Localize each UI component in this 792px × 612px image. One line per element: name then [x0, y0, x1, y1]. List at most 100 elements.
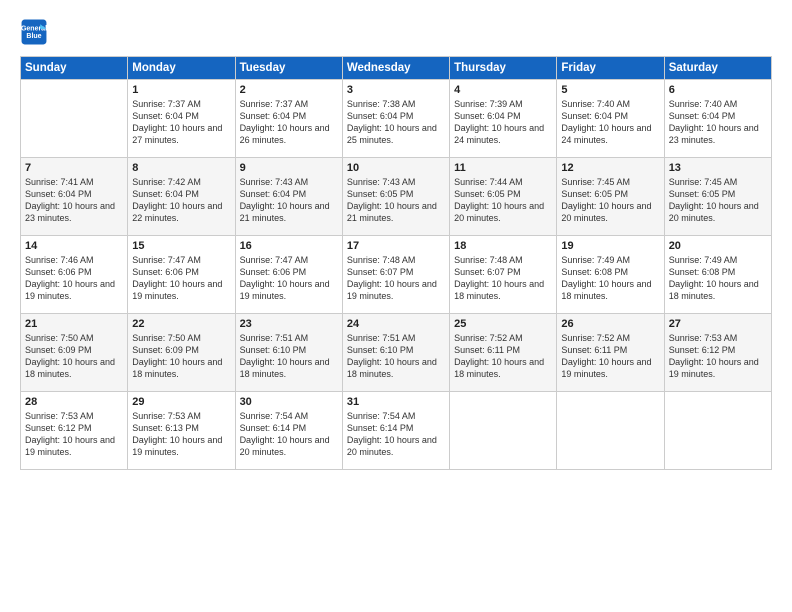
calendar-cell: 10 Sunrise: 7:43 AMSunset: 6:05 PMDaylig…: [342, 158, 449, 236]
day-detail: Sunrise: 7:53 AMSunset: 6:13 PMDaylight:…: [132, 410, 230, 459]
day-number: 23: [240, 318, 338, 330]
weekday-header-row: SundayMondayTuesdayWednesdayThursdayFrid…: [21, 57, 772, 80]
day-detail: Sunrise: 7:51 AMSunset: 6:10 PMDaylight:…: [240, 332, 338, 381]
calendar-cell: [664, 392, 771, 470]
calendar-cell: 31 Sunrise: 7:54 AMSunset: 6:14 PMDaylig…: [342, 392, 449, 470]
day-number: 14: [25, 240, 123, 252]
day-number: 9: [240, 162, 338, 174]
calendar-cell: 13 Sunrise: 7:45 AMSunset: 6:05 PMDaylig…: [664, 158, 771, 236]
day-number: 28: [25, 396, 123, 408]
day-number: 19: [561, 240, 659, 252]
calendar-cell: [557, 392, 664, 470]
day-number: 21: [25, 318, 123, 330]
day-number: 1: [132, 84, 230, 96]
day-detail: Sunrise: 7:42 AMSunset: 6:04 PMDaylight:…: [132, 176, 230, 225]
logo-icon: General Blue: [20, 18, 48, 46]
day-detail: Sunrise: 7:47 AMSunset: 6:06 PMDaylight:…: [240, 254, 338, 303]
calendar-cell: 25 Sunrise: 7:52 AMSunset: 6:11 PMDaylig…: [450, 314, 557, 392]
calendar-cell: 8 Sunrise: 7:42 AMSunset: 6:04 PMDayligh…: [128, 158, 235, 236]
day-number: 22: [132, 318, 230, 330]
calendar-cell: 4 Sunrise: 7:39 AMSunset: 6:04 PMDayligh…: [450, 80, 557, 158]
day-detail: Sunrise: 7:49 AMSunset: 6:08 PMDaylight:…: [561, 254, 659, 303]
day-number: 17: [347, 240, 445, 252]
day-detail: Sunrise: 7:37 AMSunset: 6:04 PMDaylight:…: [240, 98, 338, 147]
day-number: 11: [454, 162, 552, 174]
day-detail: Sunrise: 7:40 AMSunset: 6:04 PMDaylight:…: [669, 98, 767, 147]
calendar-cell: 21 Sunrise: 7:50 AMSunset: 6:09 PMDaylig…: [21, 314, 128, 392]
day-number: 15: [132, 240, 230, 252]
day-number: 27: [669, 318, 767, 330]
day-detail: Sunrise: 7:43 AMSunset: 6:04 PMDaylight:…: [240, 176, 338, 225]
calendar-cell: [450, 392, 557, 470]
calendar-cell: 2 Sunrise: 7:37 AMSunset: 6:04 PMDayligh…: [235, 80, 342, 158]
calendar-week-1: 1 Sunrise: 7:37 AMSunset: 6:04 PMDayligh…: [21, 80, 772, 158]
day-detail: Sunrise: 7:53 AMSunset: 6:12 PMDaylight:…: [25, 410, 123, 459]
calendar-cell: 12 Sunrise: 7:45 AMSunset: 6:05 PMDaylig…: [557, 158, 664, 236]
calendar-cell: 19 Sunrise: 7:49 AMSunset: 6:08 PMDaylig…: [557, 236, 664, 314]
day-detail: Sunrise: 7:38 AMSunset: 6:04 PMDaylight:…: [347, 98, 445, 147]
day-number: 29: [132, 396, 230, 408]
day-number: 20: [669, 240, 767, 252]
weekday-header-wednesday: Wednesday: [342, 57, 449, 80]
day-number: 18: [454, 240, 552, 252]
day-number: 25: [454, 318, 552, 330]
weekday-header-thursday: Thursday: [450, 57, 557, 80]
calendar-cell: 24 Sunrise: 7:51 AMSunset: 6:10 PMDaylig…: [342, 314, 449, 392]
calendar-cell: 28 Sunrise: 7:53 AMSunset: 6:12 PMDaylig…: [21, 392, 128, 470]
day-number: 2: [240, 84, 338, 96]
day-detail: Sunrise: 7:37 AMSunset: 6:04 PMDaylight:…: [132, 98, 230, 147]
day-detail: Sunrise: 7:45 AMSunset: 6:05 PMDaylight:…: [669, 176, 767, 225]
day-number: 12: [561, 162, 659, 174]
calendar-cell: 26 Sunrise: 7:52 AMSunset: 6:11 PMDaylig…: [557, 314, 664, 392]
day-detail: Sunrise: 7:49 AMSunset: 6:08 PMDaylight:…: [669, 254, 767, 303]
day-detail: Sunrise: 7:47 AMSunset: 6:06 PMDaylight:…: [132, 254, 230, 303]
calendar-cell: 27 Sunrise: 7:53 AMSunset: 6:12 PMDaylig…: [664, 314, 771, 392]
day-number: 6: [669, 84, 767, 96]
day-detail: Sunrise: 7:43 AMSunset: 6:05 PMDaylight:…: [347, 176, 445, 225]
day-detail: Sunrise: 7:48 AMSunset: 6:07 PMDaylight:…: [454, 254, 552, 303]
day-number: 24: [347, 318, 445, 330]
day-number: 13: [669, 162, 767, 174]
weekday-header-sunday: Sunday: [21, 57, 128, 80]
day-detail: Sunrise: 7:52 AMSunset: 6:11 PMDaylight:…: [454, 332, 552, 381]
calendar-cell: 29 Sunrise: 7:53 AMSunset: 6:13 PMDaylig…: [128, 392, 235, 470]
day-detail: Sunrise: 7:50 AMSunset: 6:09 PMDaylight:…: [25, 332, 123, 381]
day-detail: Sunrise: 7:40 AMSunset: 6:04 PMDaylight:…: [561, 98, 659, 147]
logo: General Blue: [20, 18, 52, 46]
calendar-cell: 20 Sunrise: 7:49 AMSunset: 6:08 PMDaylig…: [664, 236, 771, 314]
day-detail: Sunrise: 7:53 AMSunset: 6:12 PMDaylight:…: [669, 332, 767, 381]
calendar-cell: 22 Sunrise: 7:50 AMSunset: 6:09 PMDaylig…: [128, 314, 235, 392]
day-number: 7: [25, 162, 123, 174]
calendar-cell: 15 Sunrise: 7:47 AMSunset: 6:06 PMDaylig…: [128, 236, 235, 314]
day-detail: Sunrise: 7:44 AMSunset: 6:05 PMDaylight:…: [454, 176, 552, 225]
calendar-week-5: 28 Sunrise: 7:53 AMSunset: 6:12 PMDaylig…: [21, 392, 772, 470]
day-number: 30: [240, 396, 338, 408]
day-number: 26: [561, 318, 659, 330]
day-detail: Sunrise: 7:50 AMSunset: 6:09 PMDaylight:…: [132, 332, 230, 381]
calendar-cell: 6 Sunrise: 7:40 AMSunset: 6:04 PMDayligh…: [664, 80, 771, 158]
weekday-header-tuesday: Tuesday: [235, 57, 342, 80]
calendar-cell: 30 Sunrise: 7:54 AMSunset: 6:14 PMDaylig…: [235, 392, 342, 470]
day-number: 16: [240, 240, 338, 252]
calendar-cell: 3 Sunrise: 7:38 AMSunset: 6:04 PMDayligh…: [342, 80, 449, 158]
day-number: 3: [347, 84, 445, 96]
calendar-week-4: 21 Sunrise: 7:50 AMSunset: 6:09 PMDaylig…: [21, 314, 772, 392]
calendar-cell: 17 Sunrise: 7:48 AMSunset: 6:07 PMDaylig…: [342, 236, 449, 314]
calendar-cell: 9 Sunrise: 7:43 AMSunset: 6:04 PMDayligh…: [235, 158, 342, 236]
day-number: 5: [561, 84, 659, 96]
calendar-week-3: 14 Sunrise: 7:46 AMSunset: 6:06 PMDaylig…: [21, 236, 772, 314]
calendar-cell: 18 Sunrise: 7:48 AMSunset: 6:07 PMDaylig…: [450, 236, 557, 314]
svg-text:Blue: Blue: [26, 33, 41, 40]
calendar-cell: 11 Sunrise: 7:44 AMSunset: 6:05 PMDaylig…: [450, 158, 557, 236]
day-number: 31: [347, 396, 445, 408]
calendar-cell: 7 Sunrise: 7:41 AMSunset: 6:04 PMDayligh…: [21, 158, 128, 236]
day-detail: Sunrise: 7:54 AMSunset: 6:14 PMDaylight:…: [347, 410, 445, 459]
day-detail: Sunrise: 7:45 AMSunset: 6:05 PMDaylight:…: [561, 176, 659, 225]
calendar-cell: 5 Sunrise: 7:40 AMSunset: 6:04 PMDayligh…: [557, 80, 664, 158]
day-number: 4: [454, 84, 552, 96]
day-detail: Sunrise: 7:46 AMSunset: 6:06 PMDaylight:…: [25, 254, 123, 303]
day-detail: Sunrise: 7:41 AMSunset: 6:04 PMDaylight:…: [25, 176, 123, 225]
day-detail: Sunrise: 7:54 AMSunset: 6:14 PMDaylight:…: [240, 410, 338, 459]
page: General Blue SundayMondayTuesdayWednesda…: [0, 0, 792, 612]
calendar-cell: 23 Sunrise: 7:51 AMSunset: 6:10 PMDaylig…: [235, 314, 342, 392]
